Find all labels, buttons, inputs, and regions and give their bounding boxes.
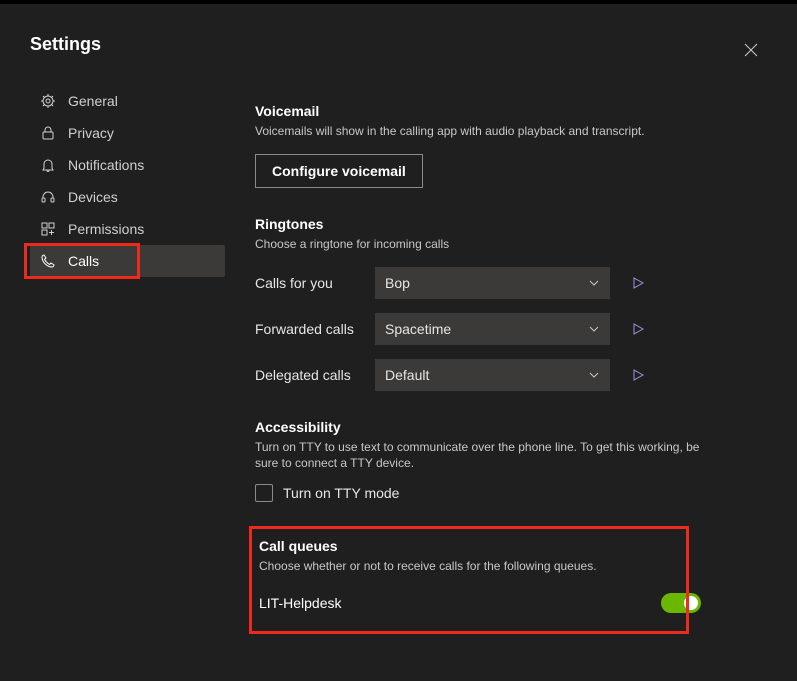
voicemail-desc: Voicemails will show in the calling app … (255, 123, 705, 140)
sidebar-item-label: Notifications (68, 157, 144, 173)
sidebar-item-privacy[interactable]: Privacy (30, 117, 225, 149)
settings-content: Voicemail Voicemails will show in the ca… (225, 85, 705, 661)
sidebar-item-label: General (68, 93, 118, 109)
accessibility-section: Accessibility Turn on TTY to use text to… (255, 419, 705, 503)
tty-checkbox-row[interactable]: Turn on TTY mode (255, 484, 705, 502)
ringtone-row-delegated: Delegated calls Default (255, 359, 705, 391)
call-queues-section: Call queues Choose whether or not to rec… (255, 530, 705, 633)
ringtones-desc: Choose a ringtone for incoming calls (255, 236, 705, 253)
sidebar-item-general[interactable]: General (30, 85, 225, 117)
ringtone-select-forwarded[interactable]: Spacetime (375, 313, 610, 345)
toggle-knob (684, 596, 698, 610)
sidebar-item-notifications[interactable]: Notifications (30, 149, 225, 181)
tty-checkbox[interactable] (255, 484, 273, 502)
voicemail-section: Voicemail Voicemails will show in the ca… (255, 103, 705, 188)
call-queues-heading: Call queues (259, 538, 701, 554)
ringtones-heading: Ringtones (255, 216, 705, 232)
accessibility-desc: Turn on TTY to use text to communicate o… (255, 439, 705, 473)
sidebar-item-devices[interactable]: Devices (30, 181, 225, 213)
sidebar-item-label: Privacy (68, 125, 114, 141)
chevron-down-icon (588, 277, 600, 289)
play-icon (632, 369, 644, 381)
sidebar-item-calls[interactable]: Calls (30, 245, 225, 277)
gear-icon (40, 93, 56, 109)
select-value: Spacetime (385, 321, 451, 337)
close-icon (744, 43, 758, 57)
sidebar-item-label: Devices (68, 189, 118, 205)
voicemail-heading: Voicemail (255, 103, 705, 119)
accessibility-heading: Accessibility (255, 419, 705, 435)
sidebar-item-label: Permissions (68, 221, 144, 237)
ringtone-label: Forwarded calls (255, 321, 375, 337)
play-ringtone-button[interactable] (624, 277, 652, 289)
select-value: Bop (385, 275, 410, 291)
chevron-down-icon (588, 323, 600, 335)
page-title: Settings (30, 34, 767, 55)
queue-row: LIT-Helpdesk (259, 593, 701, 613)
settings-sidebar: General Privacy Notifications Devices (30, 85, 225, 661)
play-icon (632, 277, 644, 289)
call-queues-desc: Choose whether or not to receive calls f… (259, 558, 701, 575)
headset-icon (40, 189, 56, 205)
apps-icon (40, 221, 56, 237)
ringtone-row-calls-for-you: Calls for you Bop (255, 267, 705, 299)
chevron-down-icon (588, 369, 600, 381)
ringtones-section: Ringtones Choose a ringtone for incoming… (255, 216, 705, 391)
sidebar-item-permissions[interactable]: Permissions (30, 213, 225, 245)
queue-toggle[interactable] (661, 593, 701, 613)
ringtone-row-forwarded: Forwarded calls Spacetime (255, 313, 705, 345)
play-ringtone-button[interactable] (624, 369, 652, 381)
phone-icon (40, 253, 56, 269)
ringtone-select-calls-for-you[interactable]: Bop (375, 267, 610, 299)
play-ringtone-button[interactable] (624, 323, 652, 335)
tty-checkbox-label: Turn on TTY mode (283, 485, 399, 501)
select-value: Default (385, 367, 429, 383)
bell-icon (40, 157, 56, 173)
lock-icon (40, 125, 56, 141)
ringtone-label: Delegated calls (255, 367, 375, 383)
configure-voicemail-button[interactable]: Configure voicemail (255, 154, 423, 188)
close-button[interactable] (735, 34, 767, 66)
sidebar-item-label: Calls (68, 253, 99, 269)
play-icon (632, 323, 644, 335)
ringtone-label: Calls for you (255, 275, 375, 291)
queue-name: LIT-Helpdesk (259, 595, 341, 611)
ringtone-select-delegated[interactable]: Default (375, 359, 610, 391)
